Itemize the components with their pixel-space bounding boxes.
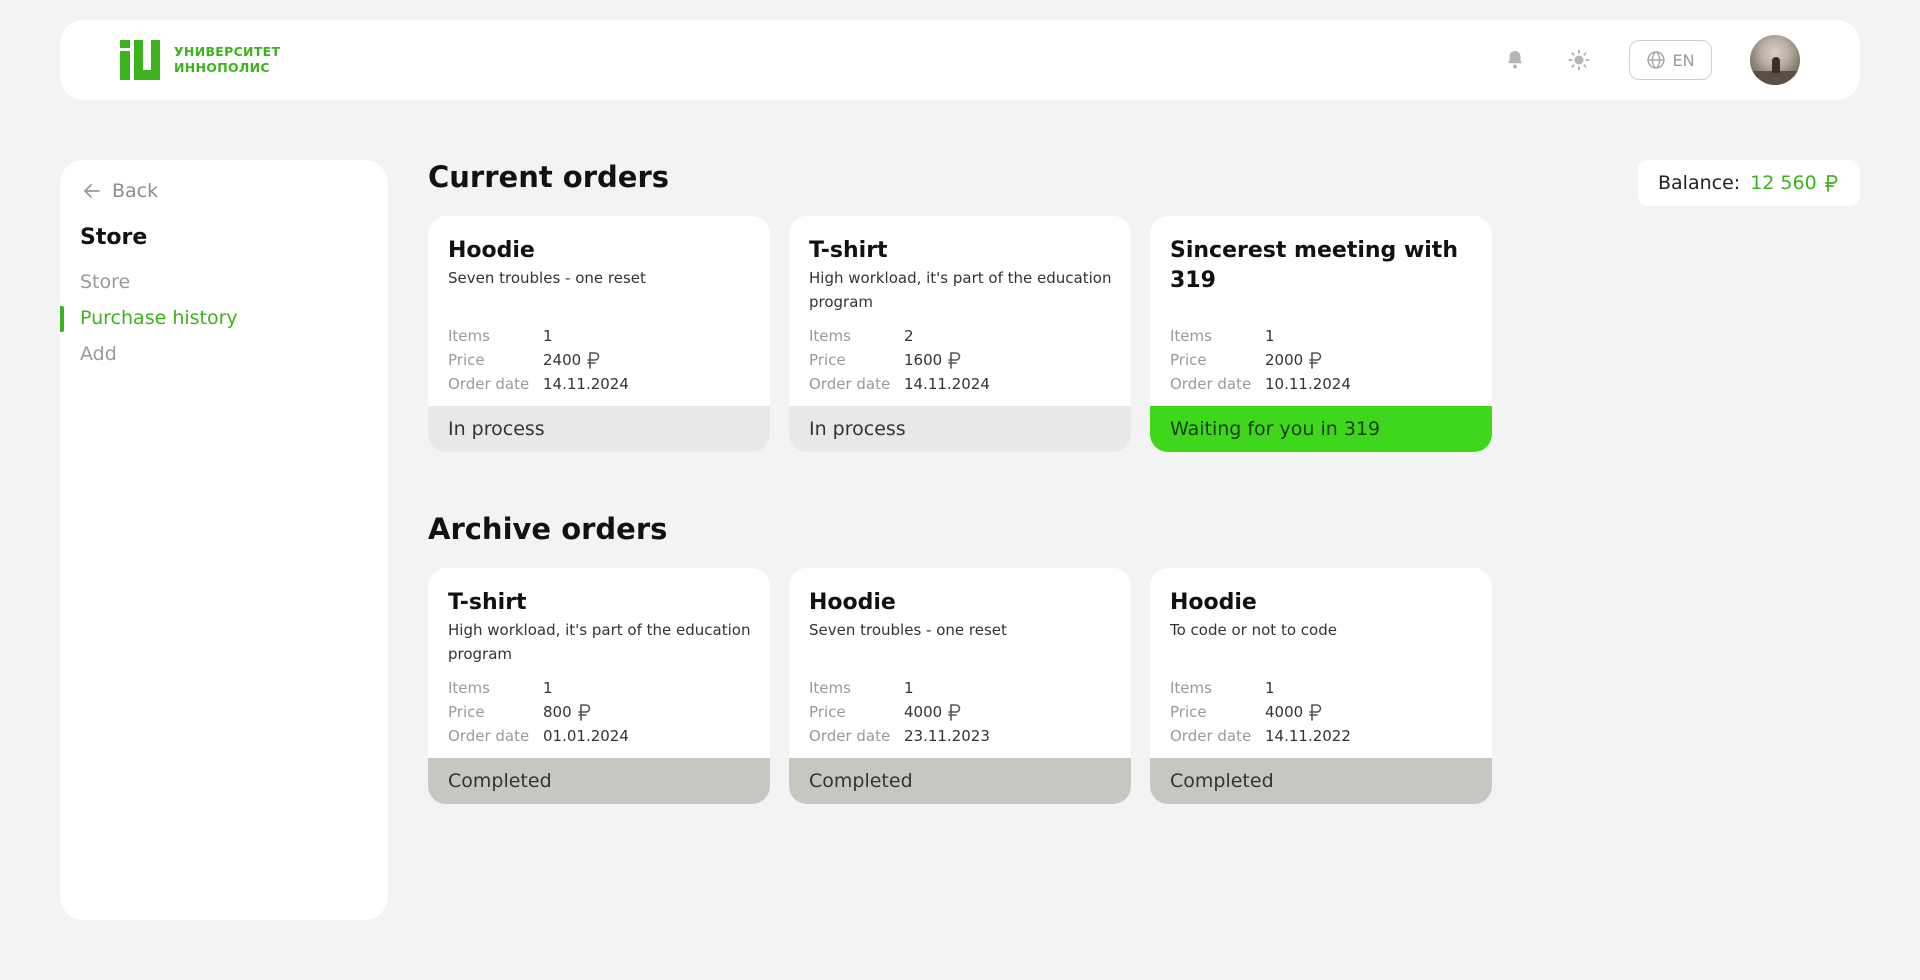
- price-value: 2000: [1265, 351, 1304, 369]
- order-card[interactable]: T-shirt High workload, it's part of the …: [789, 216, 1131, 452]
- order-date-label: Order date: [1170, 375, 1252, 393]
- back-button[interactable]: Back: [82, 180, 158, 202]
- sun-icon[interactable]: [1567, 48, 1591, 72]
- logo-line-2: ИННОПОЛИС: [174, 60, 270, 75]
- price-label: Price: [1170, 351, 1207, 369]
- order-date-value: 14.11.2024: [904, 375, 990, 393]
- arrow-left-icon: [84, 184, 100, 198]
- order-date-value: 01.01.2024: [543, 727, 629, 745]
- order-title: T-shirt: [448, 590, 527, 615]
- items-label: Items: [1170, 327, 1212, 345]
- currency-icon: [1309, 352, 1322, 369]
- items-value: 2: [904, 327, 914, 345]
- currency-icon: [587, 352, 600, 369]
- order-description: To code or not to code: [1170, 621, 1337, 639]
- order-description: High workload, it's part of the educatio…: [448, 621, 751, 663]
- logo-text: УНИВЕРСИТЕТ ИННОПОЛИС: [174, 44, 280, 76]
- order-date-label: Order date: [809, 727, 891, 745]
- items-value: 1: [1265, 327, 1275, 345]
- items-label: Items: [1170, 679, 1212, 697]
- currency-icon: [948, 352, 961, 369]
- order-status: Completed: [428, 758, 770, 804]
- balance-label: Balance:: [1658, 172, 1741, 194]
- university-logo[interactable]: УНИВЕРСИТЕТ ИННОПОЛИС: [120, 40, 280, 80]
- order-title: Sincerest meeting with 319: [1170, 238, 1458, 293]
- items-value: 1: [543, 327, 553, 345]
- sidebar-title: Store: [80, 225, 148, 250]
- order-date-value: 23.11.2023: [904, 727, 990, 745]
- items-label: Items: [448, 679, 490, 697]
- logo-line-1: УНИВЕРСИТЕТ: [174, 44, 281, 59]
- back-label: Back: [112, 180, 159, 202]
- balance-badge: Balance: 12 560: [1638, 160, 1860, 206]
- order-date-value: 14.11.2024: [543, 375, 629, 393]
- items-label: Items: [448, 327, 490, 345]
- archive-orders-title: Archive orders: [428, 512, 668, 546]
- balance-amount: 12 560: [1750, 172, 1817, 194]
- language-switcher[interactable]: EN: [1629, 40, 1712, 80]
- order-description: Seven troubles - one reset: [448, 269, 646, 287]
- currency-icon: [1309, 704, 1322, 721]
- order-date-label: Order date: [448, 375, 530, 393]
- price-label: Price: [809, 351, 846, 369]
- price-value: 2400: [543, 351, 582, 369]
- order-title: Hoodie: [448, 238, 535, 263]
- items-value: 1: [904, 679, 914, 697]
- order-status: Waiting for you in 319: [1150, 406, 1492, 452]
- items-value: 1: [1265, 679, 1275, 697]
- order-card[interactable]: T-shirt High workload, it's part of the …: [428, 568, 770, 804]
- order-card[interactable]: Hoodie To code or not to code Items 1 Pri…: [1150, 568, 1492, 804]
- order-date-value: 10.11.2024: [1265, 375, 1351, 393]
- order-date-value: 14.11.2022: [1265, 727, 1351, 745]
- order-title: T-shirt: [809, 238, 888, 263]
- currency-icon: [1824, 175, 1838, 192]
- price-label: Price: [448, 351, 485, 369]
- order-title: Hoodie: [809, 590, 896, 615]
- price-value: 1600: [904, 351, 943, 369]
- user-avatar[interactable]: [1750, 35, 1800, 85]
- sidebar-item-store[interactable]: Store: [80, 271, 130, 293]
- sidebar: Back Store Store Purchase history Add: [60, 160, 388, 920]
- order-status: Completed: [1150, 758, 1492, 804]
- order-description: High workload, it's part of the educatio…: [809, 269, 1112, 311]
- price-value: 4000: [1265, 703, 1304, 721]
- order-date-label: Order date: [448, 727, 530, 745]
- order-card[interactable]: Hoodie Seven troubles - one reset Items 1…: [428, 216, 770, 452]
- language-label: EN: [1672, 50, 1695, 70]
- items-label: Items: [809, 679, 851, 697]
- currency-icon: [948, 704, 961, 721]
- bell-icon[interactable]: [1503, 48, 1527, 72]
- order-status: Completed: [789, 758, 1131, 804]
- price-label: Price: [1170, 703, 1207, 721]
- order-status: In process: [428, 406, 770, 452]
- order-title: Hoodie: [1170, 590, 1257, 615]
- price-value: 800: [543, 703, 572, 721]
- order-card[interactable]: Hoodie Seven troubles - one reset Items 1…: [789, 568, 1131, 804]
- items-label: Items: [809, 327, 851, 345]
- order-date-label: Order date: [1170, 727, 1252, 745]
- items-value: 1: [543, 679, 553, 697]
- price-label: Price: [809, 703, 846, 721]
- current-orders-title: Current orders: [428, 160, 670, 194]
- price-value: 4000: [904, 703, 943, 721]
- order-description: Seven troubles - one reset: [809, 621, 1007, 639]
- order-card[interactable]: Sincerest meeting with 319 Items 1 Price 2…: [1150, 216, 1492, 452]
- globe-icon: [1647, 51, 1666, 69]
- sidebar-item-purchase-history[interactable]: Purchase history: [80, 307, 238, 329]
- sidebar-item-add[interactable]: Add: [80, 343, 117, 365]
- price-label: Price: [448, 703, 485, 721]
- order-date-label: Order date: [809, 375, 891, 393]
- currency-icon: [577, 704, 590, 721]
- logo-mark-icon: [120, 40, 160, 80]
- order-status: In process: [789, 406, 1131, 452]
- top-header: УНИВЕРСИТЕТ ИННОПОЛИС EN: [60, 20, 1860, 100]
- active-indicator: [60, 306, 64, 332]
